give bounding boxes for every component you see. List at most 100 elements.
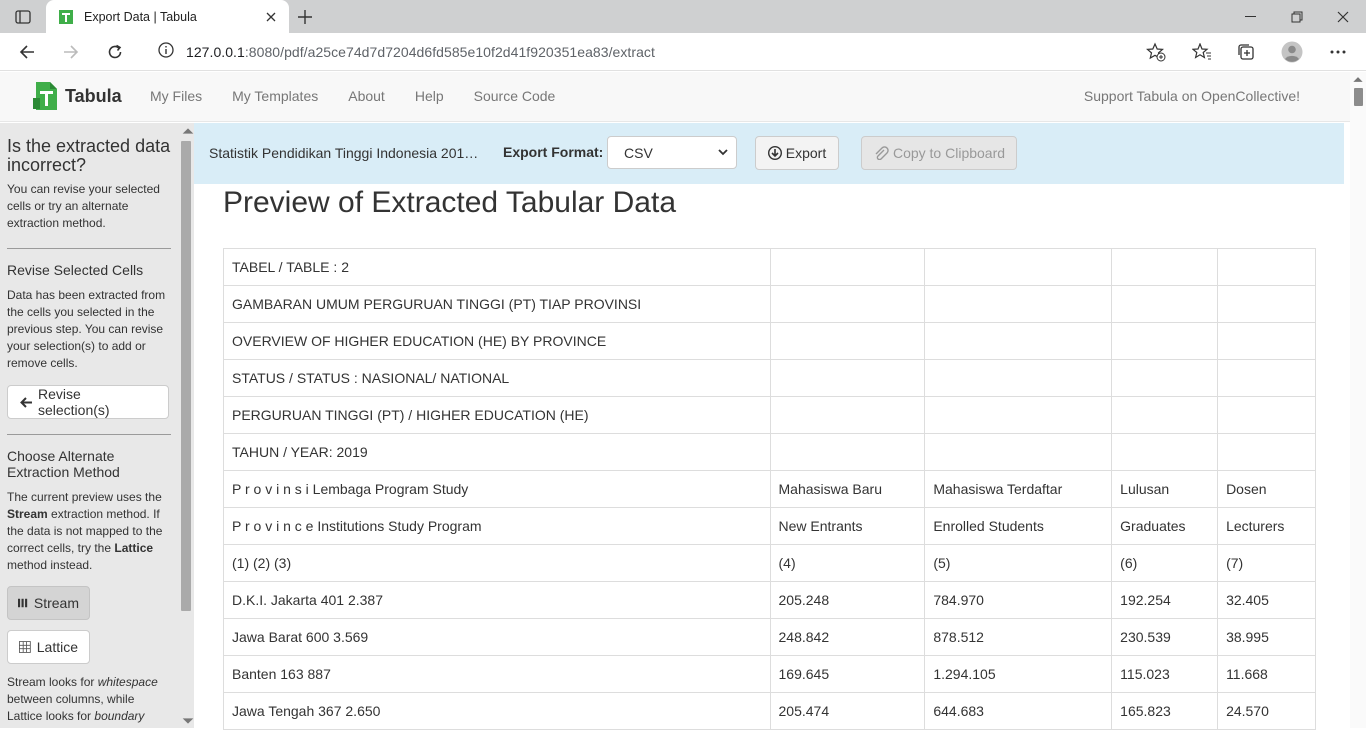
reload-icon[interactable] bbox=[100, 37, 130, 67]
sidebar-footer-text: Stream looks for whitespace between colu… bbox=[7, 675, 158, 723]
page-scroll-thumb[interactable] bbox=[1354, 88, 1363, 106]
table-cell bbox=[1217, 433, 1316, 471]
table-row: TAHUN / YEAR: 2019 bbox=[223, 433, 1316, 471]
nav-my-templates[interactable]: My Templates bbox=[232, 88, 318, 104]
nav-help[interactable]: Help bbox=[415, 88, 444, 104]
download-icon bbox=[767, 146, 782, 160]
scroll-up-icon[interactable] bbox=[182, 127, 194, 135]
table-cell: Dosen bbox=[1217, 470, 1316, 508]
table-cell: Mahasiswa Terdaftar bbox=[924, 470, 1113, 508]
nav-about[interactable]: About bbox=[348, 88, 385, 104]
table-cell bbox=[769, 396, 926, 434]
browser-toolbar: 127.0.0.1:8080/pdf/a25ce74d7d7204d6fd585… bbox=[0, 33, 1366, 71]
table-cell: P r o v i n s i Lembaga Program Study bbox=[223, 470, 771, 508]
table-cell bbox=[769, 248, 926, 286]
export-button[interactable]: Export bbox=[755, 136, 839, 170]
nav-source-code[interactable]: Source Code bbox=[474, 88, 556, 104]
table-row: P r o v i n c e Institutions Study Progr… bbox=[223, 507, 1316, 545]
table-row: Jawa Tengah 367 2.650 205.474 644.683 165.8… bbox=[223, 692, 1316, 730]
favorites-icon[interactable] bbox=[1187, 37, 1217, 67]
table-cell: (5) bbox=[924, 544, 1113, 582]
close-tab-icon[interactable] bbox=[261, 7, 281, 27]
nav-my-files[interactable]: My Files bbox=[150, 88, 202, 104]
arrow-left-icon bbox=[20, 396, 32, 408]
stream-columns-icon bbox=[18, 598, 28, 608]
table-cell: 230.539 bbox=[1111, 618, 1219, 656]
table-cell bbox=[1217, 359, 1316, 397]
table-cell: 24.570 bbox=[1217, 692, 1316, 730]
tab-actions-icon[interactable] bbox=[10, 6, 36, 28]
lattice-button[interactable]: Lattice bbox=[7, 630, 90, 664]
export-format-value: CSV bbox=[624, 144, 653, 161]
table-cell: New Entrants bbox=[769, 507, 926, 545]
sidebar: Is the extracted data incorrect? You can… bbox=[0, 123, 194, 728]
back-icon[interactable] bbox=[12, 37, 42, 67]
copy-to-clipboard-button[interactable]: Copy to Clipboard bbox=[861, 136, 1017, 170]
export-format-select[interactable]: CSV bbox=[607, 136, 737, 169]
table-row: Banten 163 887 169.645 1.294.105 115.023 11.… bbox=[223, 655, 1316, 693]
table-cell: 115.023 bbox=[1111, 655, 1219, 693]
table-cell: PERGURUAN TINGGI (PT) / HIGHER EDUCATION… bbox=[223, 396, 771, 434]
table-cell: (4) bbox=[769, 544, 926, 582]
tabula-logo-icon bbox=[33, 82, 57, 110]
table-row: GAMBARAN UMUM PERGURUAN TINGGI (PT) TIAP… bbox=[223, 285, 1316, 323]
scroll-down-icon[interactable] bbox=[182, 717, 194, 725]
page-scrollbar[interactable] bbox=[1350, 72, 1366, 728]
sidebar-scrollbar[interactable] bbox=[180, 127, 194, 725]
table-cell bbox=[1111, 396, 1219, 434]
table-cell bbox=[924, 359, 1113, 397]
table-cell bbox=[769, 433, 926, 471]
paperclip-icon bbox=[875, 146, 889, 160]
address-bar[interactable]: 127.0.0.1:8080/pdf/a25ce74d7d7204d6fd585… bbox=[144, 36, 1176, 68]
table-cell: Jawa Tengah 367 2.650 bbox=[223, 692, 771, 730]
table-cell bbox=[1111, 322, 1219, 360]
divider bbox=[7, 434, 171, 435]
table-row: Jawa Barat 600 3.569 248.842 878.512 230.53… bbox=[223, 618, 1316, 656]
table-cell bbox=[924, 248, 1113, 286]
document-name: Statistik Pendidikan Tinggi Indonesia 20… bbox=[209, 145, 479, 161]
stream-button[interactable]: Stream bbox=[7, 586, 90, 620]
table-cell bbox=[769, 285, 926, 323]
restore-icon[interactable] bbox=[1274, 0, 1320, 33]
profile-avatar-icon[interactable] bbox=[1277, 37, 1307, 67]
table-cell: 192.254 bbox=[1111, 581, 1219, 619]
table-cell bbox=[1217, 248, 1316, 286]
table-cell bbox=[1217, 285, 1316, 323]
close-window-icon[interactable] bbox=[1320, 0, 1366, 33]
collections-icon[interactable] bbox=[1231, 37, 1261, 67]
revise-selection-button[interactable]: Revise selection(s) bbox=[7, 385, 169, 419]
table-cell: STATUS / STATUS : NASIONAL/ NATIONAL bbox=[223, 359, 771, 397]
table-cell: (1) (2) (3) bbox=[223, 544, 771, 582]
browser-tab[interactable]: Export Data | Tabula bbox=[46, 0, 289, 33]
table-cell: 1.294.105 bbox=[924, 655, 1113, 693]
sidebar-heading: Is the extracted data incorrect? bbox=[7, 136, 171, 175]
table-row: PERGURUAN TINGGI (PT) / HIGHER EDUCATION… bbox=[223, 396, 1316, 434]
url-text: 127.0.0.1:8080/pdf/a25ce74d7d7204d6fd585… bbox=[186, 44, 655, 60]
sidebar-scroll-thumb[interactable] bbox=[181, 141, 191, 611]
table-cell: TABEL / TABLE : 2 bbox=[223, 248, 771, 286]
table-cell: 11.668 bbox=[1217, 655, 1316, 693]
table-cell bbox=[924, 396, 1113, 434]
table-cell: 205.248 bbox=[769, 581, 926, 619]
table-cell: GAMBARAN UMUM PERGURUAN TINGGI (PT) TIAP… bbox=[223, 285, 771, 323]
support-link[interactable]: Support Tabula on OpenCollective! bbox=[1084, 88, 1300, 104]
divider bbox=[7, 248, 171, 249]
table-cell: P r o v i n c e Institutions Study Progr… bbox=[223, 507, 771, 545]
revise-heading: Revise Selected Cells bbox=[7, 262, 144, 278]
table-cell bbox=[1111, 248, 1219, 286]
table-cell: OVERVIEW OF HIGHER EDUCATION (HE) BY PRO… bbox=[223, 322, 771, 360]
forward-icon[interactable] bbox=[56, 37, 86, 67]
table-cell: (7) bbox=[1217, 544, 1316, 582]
tabula-favicon-icon bbox=[59, 9, 73, 24]
site-info-icon[interactable] bbox=[158, 41, 174, 63]
export-format-label: Export Format: bbox=[503, 144, 604, 160]
chevron-down-icon bbox=[718, 149, 728, 156]
new-tab-icon[interactable] bbox=[292, 5, 318, 29]
add-favorite-icon[interactable] bbox=[1146, 42, 1166, 67]
preview-title: Preview of Extracted Tabular Data bbox=[223, 186, 677, 219]
more-options-icon[interactable] bbox=[1323, 37, 1353, 67]
brand-link[interactable]: Tabula bbox=[33, 81, 122, 111]
scroll-up-icon[interactable] bbox=[1353, 76, 1363, 83]
minimize-icon[interactable] bbox=[1228, 0, 1274, 33]
table-row: P r o v i n s i Lembaga Program Study Mah… bbox=[223, 470, 1316, 508]
